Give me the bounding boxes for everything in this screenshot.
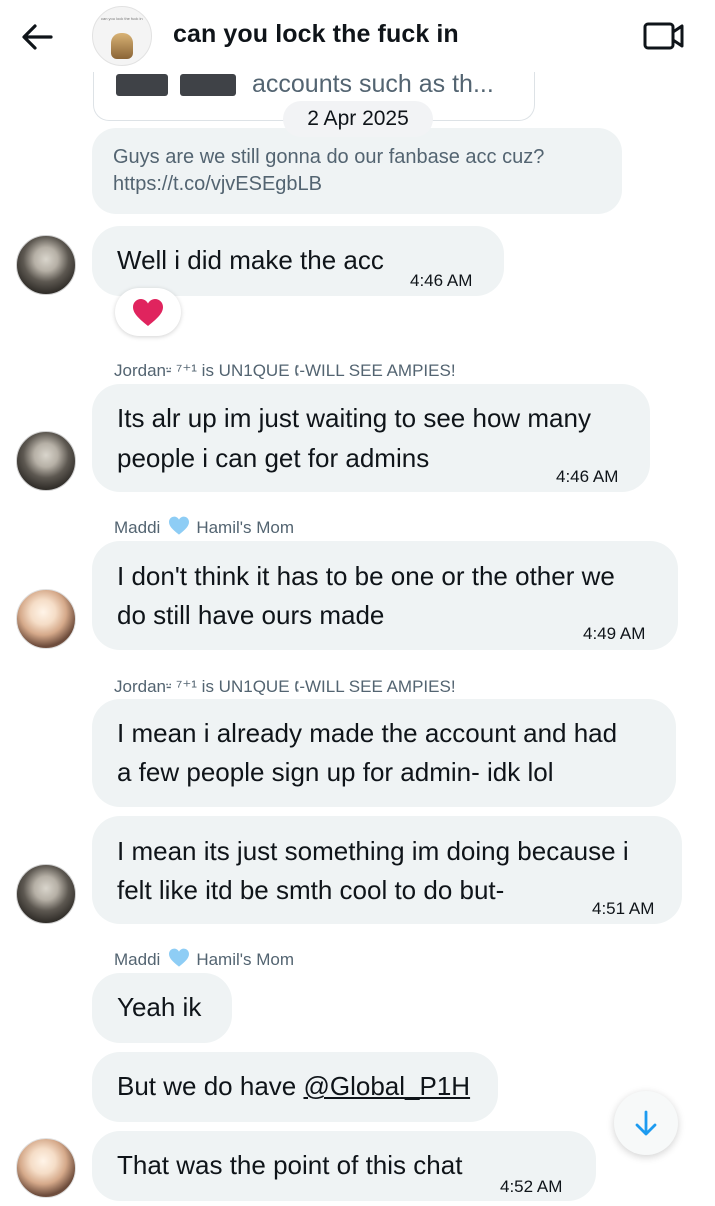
- sender-line: Maddi Hamil's Mom: [114, 948, 294, 973]
- scroll-to-bottom-button[interactable]: [614, 1091, 678, 1155]
- message-text: Yeah ik: [117, 992, 202, 1022]
- message-reaction[interactable]: [115, 288, 181, 336]
- preview-thumbnail: [116, 74, 168, 96]
- message-time: 4:52 AM: [500, 1177, 563, 1196]
- group-avatar-figure: [111, 33, 133, 59]
- sender-name: Jordan⸚ ⁷⁺¹ is UN1QUE 🕻-WILL SEE AMPIES!: [114, 677, 456, 696]
- message-text: felt like itd be smth cool to do but-: [117, 875, 505, 905]
- message-text: That was the point of this chat: [117, 1150, 463, 1180]
- video-camera-icon: [643, 22, 684, 50]
- message-text: people i can get for admins: [117, 443, 430, 473]
- light-blue-heart-icon: [168, 516, 190, 541]
- sender-name: Jordan⸚ ⁷⁺¹ is UN1QUE 🕻-WILL SEE AMPIES!: [114, 361, 456, 380]
- message-bubble[interactable]: Its alr up im just waiting to see how ma…: [92, 384, 650, 492]
- red-heart-icon: [133, 298, 163, 326]
- message-bubble[interactable]: I mean i already made the account and ha…: [92, 699, 676, 807]
- group-avatar-caption: can you lock the fuck in: [101, 16, 143, 21]
- sender-suffix: Hamil's Mom: [196, 518, 295, 537]
- message-text: a few people sign up for admin- idk lol: [117, 757, 554, 787]
- arrow-left-icon: [22, 24, 53, 50]
- message-text: I mean its just something im doing becau…: [117, 836, 629, 866]
- message-time: 4:51 AM: [592, 899, 655, 918]
- video-call-button[interactable]: [642, 18, 686, 54]
- chat-header: can you lock the fuck in can you lock th…: [0, 0, 715, 72]
- message-bubble[interactable]: That was the point of this chat 4:52 AM: [92, 1131, 596, 1201]
- group-avatar[interactable]: can you lock the fuck in: [92, 6, 152, 66]
- chat-title[interactable]: can you lock the fuck in: [173, 20, 459, 49]
- avatar[interactable]: [16, 589, 76, 649]
- message-bubble[interactable]: I don't think it has to be one or the ot…: [92, 541, 678, 650]
- avatar[interactable]: [16, 1138, 76, 1198]
- sender-name: Maddi: [114, 950, 161, 969]
- message-bubble[interactable]: I mean its just something im doing becau…: [92, 816, 682, 924]
- message-bubble[interactable]: Yeah ik: [92, 973, 232, 1043]
- message-time: 4:46 AM: [410, 271, 473, 290]
- sender-name: Maddi: [114, 518, 161, 537]
- avatar[interactable]: [16, 864, 76, 924]
- message-text: Its alr up im just waiting to see how ma…: [117, 403, 591, 433]
- date-separator: 2 Apr 2025: [283, 101, 433, 137]
- message-bubble[interactable]: Well i did make the acc 4:46 AM: [92, 226, 504, 296]
- preview-text: accounts such as th...: [252, 70, 494, 98]
- avatar[interactable]: [16, 235, 76, 295]
- message-text: I don't think it has to be one or the ot…: [117, 561, 615, 591]
- preview-thumbnail: [180, 74, 236, 96]
- message-text: But we do have @Global_P1H: [117, 1067, 470, 1106]
- sender-line: Maddi Hamil's Mom: [114, 516, 294, 541]
- message-time: 4:46 AM: [556, 467, 619, 486]
- avatar[interactable]: [16, 431, 76, 491]
- message-text-prefix: But we do have: [117, 1071, 304, 1101]
- message-bubble[interactable]: Guys are we still gonna do our fanbase a…: [92, 128, 622, 214]
- arrow-down-icon: [635, 1110, 657, 1136]
- sender-suffix: Hamil's Mom: [196, 950, 295, 969]
- message-text: do still have ours made: [117, 600, 385, 630]
- light-blue-heart-icon: [168, 948, 190, 973]
- message-text: Well i did make the acc: [117, 245, 384, 275]
- message-text: Guys are we still gonna do our fanbase a…: [113, 146, 545, 195]
- back-button[interactable]: [18, 18, 56, 56]
- message-time: 4:49 AM: [583, 624, 646, 643]
- message-bubble[interactable]: But we do have @Global_P1H: [92, 1052, 498, 1122]
- user-mention-link[interactable]: @Global_P1H: [303, 1071, 470, 1101]
- message-text: I mean i already made the account and ha…: [117, 718, 618, 748]
